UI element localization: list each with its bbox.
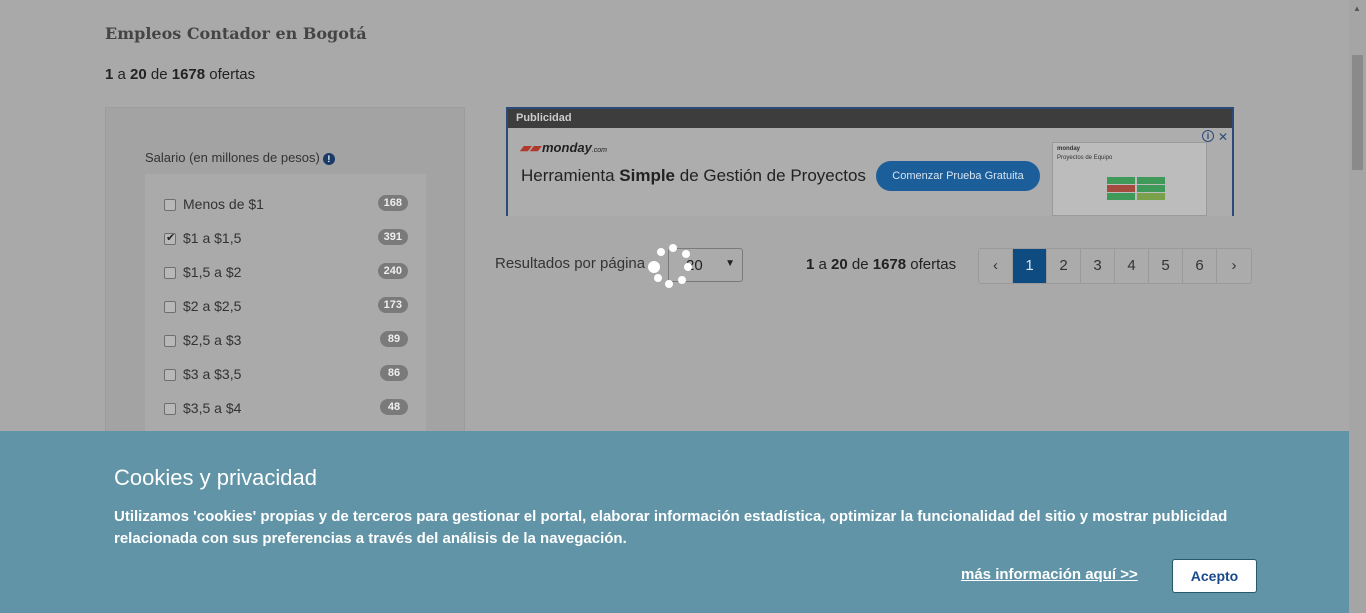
salary-filter-count-badge: 48: [380, 399, 408, 415]
advertisement[interactable]: Publicidad ▰▰ monday.com Herramienta Simp…: [506, 107, 1234, 216]
per-page-label: Resultados por página: [495, 255, 646, 272]
cookie-banner: Cookies y privacidad Utilizamos 'cookies…: [0, 431, 1349, 613]
info-icon[interactable]: !: [322, 152, 335, 165]
pagination-page-3[interactable]: 3: [1081, 249, 1115, 283]
salary-filter-count-badge: 168: [377, 195, 408, 211]
salary-filter-list: Menos de $1 168 $1 a $1,5 391 $1,5 a $2 240 $2…: [145, 174, 426, 444]
pagination-prev-icon[interactable]: ‹: [979, 249, 1013, 283]
cookie-more-info-link[interactable]: más información aquí >>: [961, 566, 1138, 583]
salary-filter-item[interactable]: $2,5 a $3 89: [145, 323, 426, 357]
scroll-thumb[interactable]: [1352, 55, 1363, 170]
salary-filter-item[interactable]: $2 a $2,5 173: [145, 289, 426, 323]
salary-filter-checkbox[interactable]: [164, 267, 176, 279]
results-count: 1 a 20 de 1678 ofertas: [105, 66, 256, 83]
ad-header: Publicidad: [508, 109, 1232, 128]
ad-info-icon[interactable]: i: [1202, 130, 1214, 142]
pagination-next-icon[interactable]: ›: [1217, 249, 1251, 283]
page-scrollbar[interactable]: ▲: [1349, 0, 1366, 613]
cookie-title: Cookies y privacidad: [114, 465, 317, 490]
loading-spinner-icon: [648, 244, 696, 290]
pagination-page-5[interactable]: 5: [1149, 249, 1183, 283]
pagination: ‹ 1 2 3 4 5 6 ›: [978, 248, 1252, 284]
ad-close-icon[interactable]: ✕: [1218, 130, 1228, 144]
salary-filter-checkbox[interactable]: [164, 335, 176, 347]
cookie-text: Utilizamos 'cookies' propias y de tercer…: [114, 508, 1228, 547]
salary-filter-label: $2,5 a $3: [183, 332, 242, 348]
salary-filter-count-badge: 89: [380, 331, 408, 347]
salary-filter-checkbox[interactable]: [164, 231, 176, 245]
scroll-up-icon[interactable]: ▲: [1353, 4, 1361, 13]
salary-filter-panel: Salario (en millones de pesos)! Menos de…: [105, 107, 465, 447]
salary-filter-count-badge: 391: [377, 229, 408, 245]
ad-cta-button[interactable]: Comenzar Prueba Gratuita: [876, 161, 1040, 191]
ad-logo: ▰▰ monday.com: [520, 140, 608, 155]
ad-preview-image: monday Proyectos de Equipo: [1052, 142, 1207, 216]
chevron-down-icon: ▼: [725, 258, 735, 269]
salary-filter-checkbox[interactable]: [164, 301, 176, 313]
pagination-page-6[interactable]: 6: [1183, 249, 1217, 283]
salary-filter-checkbox[interactable]: [164, 403, 176, 415]
salary-filter-item[interactable]: $3 a $3,5 86: [145, 357, 426, 391]
salary-filter-checkbox[interactable]: [164, 199, 176, 211]
salary-filter-label: $1,5 a $2: [183, 264, 242, 280]
salary-filter-count-badge: 240: [377, 263, 408, 279]
salary-filter-label: $3,5 a $4: [183, 400, 242, 416]
ad-headline: Herramienta Simple de Gestión de Proyect…: [521, 166, 866, 185]
salary-filter-count-badge: 86: [380, 365, 408, 381]
salary-filter-label: $1 a $1,5: [183, 230, 242, 246]
results-count-secondary: 1 a 20 de 1678 ofertas: [806, 256, 957, 273]
salary-filter-item[interactable]: Menos de $1 168: [145, 187, 426, 221]
salary-filter-label: $2 a $2,5: [183, 298, 242, 314]
salary-filter-label: $3 a $3,5: [183, 366, 242, 382]
cookie-accept-button[interactable]: Acepto: [1172, 559, 1257, 593]
salary-filter-checkbox[interactable]: [164, 369, 176, 381]
pagination-page-2[interactable]: 2: [1047, 249, 1081, 283]
salary-filter-item[interactable]: $1,5 a $2 240: [145, 255, 426, 289]
salary-filter-label: Menos de $1: [183, 196, 264, 212]
ad-body[interactable]: ▰▰ monday.com Herramienta Simple de Gesti…: [508, 128, 1232, 216]
salary-filter-count-badge: 173: [377, 297, 408, 313]
pagination-page-4[interactable]: 4: [1115, 249, 1149, 283]
salary-filter-title: Salario (en millones de pesos)!: [145, 150, 335, 165]
page-title: Empleos Contador en Bogotá: [105, 24, 367, 43]
salary-filter-item[interactable]: $1 a $1,5 391: [145, 221, 426, 255]
salary-filter-item[interactable]: $3,5 a $4 48: [145, 391, 426, 425]
pagination-page-1[interactable]: 1: [1013, 249, 1047, 283]
